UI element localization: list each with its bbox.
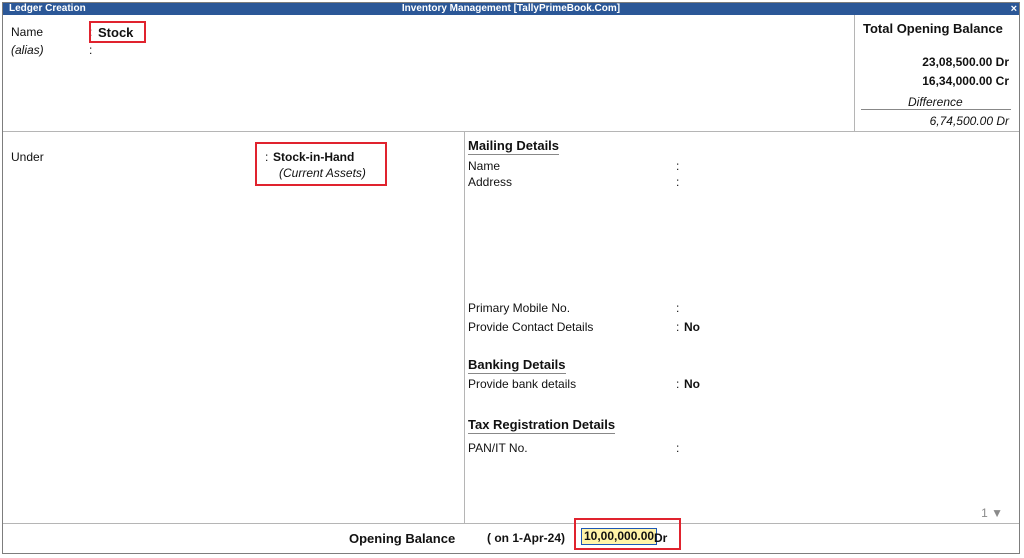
pan-label: PAN/IT No. bbox=[468, 441, 528, 455]
under-group-select[interactable]: Stock-in-Hand bbox=[273, 150, 354, 164]
provide-contact-toggle[interactable]: No bbox=[684, 320, 700, 334]
banking-details-heading: Banking Details bbox=[468, 357, 566, 374]
name-input[interactable]: Stock bbox=[98, 25, 133, 40]
difference-label: Difference bbox=[908, 95, 963, 109]
mailing-name-input[interactable]: : bbox=[676, 159, 679, 173]
opening-balance-input[interactable]: 10,00,000.00 bbox=[581, 528, 658, 545]
mailing-address-label: Address bbox=[468, 175, 513, 189]
provide-contact-label: Provide Contact Details bbox=[468, 320, 594, 334]
primary-mobile-label: Primary Mobile No. bbox=[468, 301, 571, 315]
company-title: Inventory Management [TallyPrimeBook.Com… bbox=[401, 3, 621, 14]
close-icon[interactable]: × bbox=[1011, 3, 1017, 15]
mailing-address-input[interactable]: : bbox=[676, 175, 679, 189]
provide-bank-label: Provide bank details bbox=[468, 377, 577, 391]
alias-label: (alias) bbox=[11, 43, 44, 57]
under-colon: : bbox=[265, 150, 269, 164]
opening-balance-label: Opening Balance bbox=[349, 531, 456, 546]
mailing-details-heading: Mailing Details bbox=[468, 138, 560, 155]
page-indicator[interactable]: 1 ▼ bbox=[981, 506, 1003, 520]
opening-balance-dr-cr[interactable]: Dr bbox=[654, 531, 667, 545]
provide-bank-toggle[interactable]: No bbox=[684, 377, 700, 391]
total-opening-balance-title: Total Opening Balance bbox=[863, 21, 1003, 36]
provide-bank-colon: : bbox=[676, 377, 680, 391]
primary-mobile-input[interactable]: : bbox=[676, 301, 679, 315]
difference-divider bbox=[861, 109, 1011, 110]
total-debit-value: 23,08,500.00 Dr bbox=[922, 55, 1009, 69]
opening-balance-date: ( on 1-Apr-24) bbox=[487, 531, 565, 545]
mailing-name-label: Name bbox=[468, 159, 501, 173]
tax-registration-heading: Tax Registration Details bbox=[468, 417, 616, 434]
difference-value: 6,74,500.00 Dr bbox=[929, 114, 1009, 128]
total-credit-value: 16,34,000.00 Cr bbox=[922, 74, 1009, 88]
name-label: Name bbox=[11, 25, 44, 39]
header-separator bbox=[3, 131, 1019, 132]
pan-input[interactable]: : bbox=[676, 441, 679, 455]
balance-panel-divider bbox=[854, 15, 855, 131]
alias-input[interactable]: : bbox=[89, 43, 92, 57]
panel-separator bbox=[464, 131, 465, 523]
title-bar: Ledger Creation Inventory Management [Ta… bbox=[3, 3, 1019, 15]
under-label: Under bbox=[11, 150, 44, 164]
under-parent-group: (Current Assets) bbox=[279, 166, 366, 180]
ledger-creation-window: Ledger Creation Inventory Management [Ta… bbox=[2, 2, 1020, 554]
footer-separator bbox=[3, 523, 1019, 524]
provide-contact-colon: : bbox=[676, 320, 680, 334]
